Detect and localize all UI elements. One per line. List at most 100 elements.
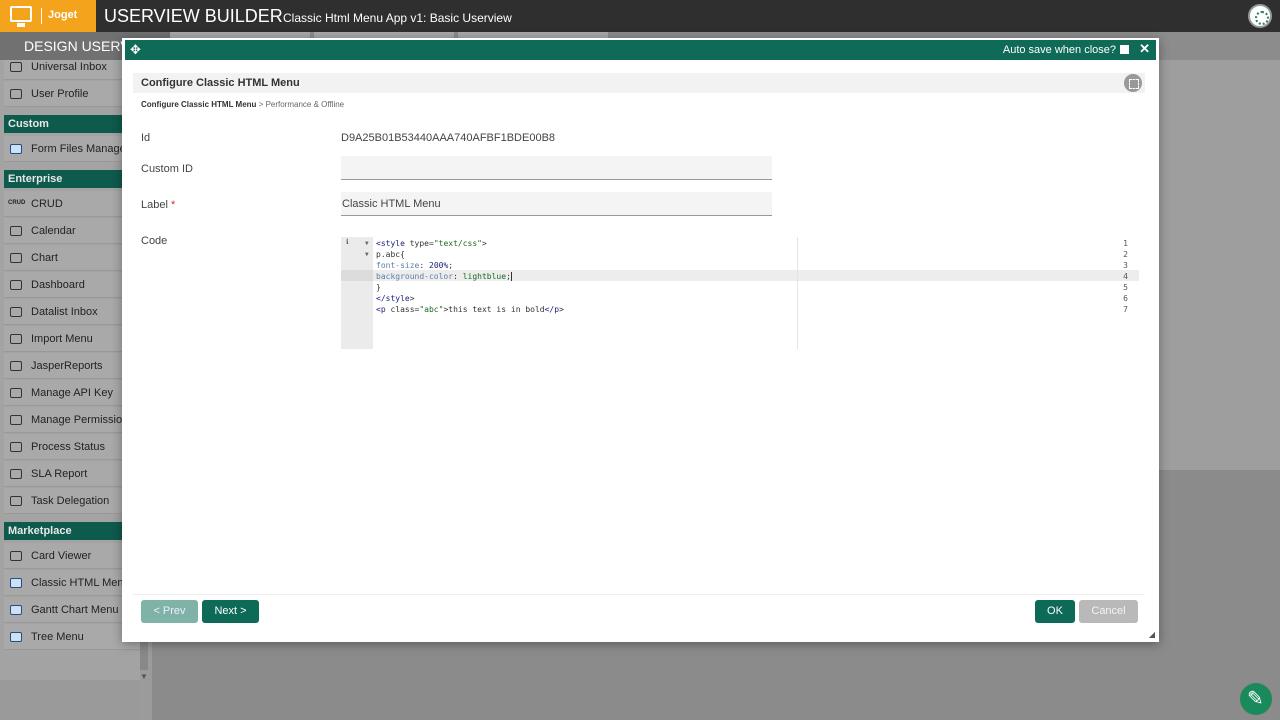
report-icon	[10, 469, 22, 479]
sidebar-item-label: Classic HTML Menu	[31, 577, 130, 589]
sidebar-item[interactable]: SLA Report	[4, 461, 140, 487]
sidebar-item[interactable]: Import Menu	[4, 326, 140, 352]
code-line[interactable]: <p class="abc">this text is in bold</p>	[376, 304, 564, 315]
autosave-checkbox[interactable]	[1120, 45, 1129, 54]
sidebar-item-label: Chart	[31, 252, 58, 264]
code-line[interactable]: font-size: 200%;	[376, 260, 453, 271]
calendar-icon	[10, 226, 22, 236]
close-icon[interactable]: ✕	[1139, 41, 1150, 57]
monitor-icon	[10, 551, 22, 561]
line-number: 6	[1123, 294, 1128, 303]
print-margin	[797, 237, 798, 349]
monitor-icon	[10, 388, 22, 398]
warning-icon: ℹ	[346, 238, 349, 246]
chart-icon	[10, 253, 22, 263]
resize-handle-icon[interactable]: ◢	[1149, 630, 1155, 639]
sidebar-section-header: Marketplace	[4, 522, 140, 540]
sidebar-item-label: Universal Inbox	[31, 61, 107, 73]
code-line[interactable]: }	[376, 282, 381, 293]
label-label: Label *	[141, 199, 175, 211]
config-header: Configure Classic HTML Menu	[133, 73, 1145, 93]
code-editor[interactable]: ℹ 1 ▼ <style type="text/css"> 2 ▼ p.abc{ 3 font…	[341, 237, 1139, 349]
edit-fab-button[interactable]	[1240, 683, 1272, 715]
line-number: 2	[1123, 250, 1128, 259]
top-bar: Joget USERVIEW BUILDER Classic Html Menu…	[0, 0, 1280, 32]
sidebar-item[interactable]: User Profile	[4, 81, 140, 107]
code-line[interactable]: <style type="text/css">	[376, 238, 487, 249]
logo-divider	[41, 8, 42, 24]
sidebar-item-label: Dashboard	[31, 279, 85, 291]
active-line-gutter	[341, 270, 373, 281]
sidebar-item[interactable]: Calendar	[4, 218, 140, 244]
sidebar-item[interactable]: Chart	[4, 245, 140, 271]
sidebar-item-label: Task Delegation	[31, 495, 110, 507]
sidebar-item-label: Import Menu	[31, 333, 93, 345]
cancel-button[interactable]: Cancel	[1079, 600, 1138, 623]
crud-icon: CRUD	[8, 200, 26, 206]
dialog-titlebar[interactable]: ✥ Auto save when close? ✕	[125, 40, 1156, 60]
sidebar-item[interactable]: JasperReports	[4, 353, 140, 379]
sidebar-item-label: JasperReports	[31, 360, 103, 372]
line-number: 3	[1123, 261, 1128, 270]
elements-sidebar: Universal Inbox User Profile Custom Form Fi…	[0, 60, 140, 680]
sidebar-item[interactable]: Manage Permission	[4, 407, 140, 433]
sidebar-item-label: Card Viewer	[31, 550, 92, 562]
fold-toggle-icon[interactable]: ▼	[365, 249, 369, 260]
grid-icon	[10, 578, 22, 588]
sidebar-section-header: Enterprise	[4, 170, 140, 188]
app-title: USERVIEW BUILDER	[104, 6, 283, 26]
line-number: 1	[1123, 239, 1128, 248]
sidebar-item[interactable]: Universal Inbox	[4, 60, 140, 80]
fullscreen-icon[interactable]	[1124, 74, 1142, 92]
config-title: Configure Classic HTML Menu	[141, 77, 300, 89]
required-mark: *	[170, 199, 176, 211]
app-subtitle: Classic Html Menu App v1: Basic Userview	[283, 11, 512, 25]
dashboard-icon	[10, 280, 22, 290]
sidebar-item[interactable]: Form Files Manager	[4, 136, 140, 162]
code-line[interactable]: p.abc{	[376, 249, 405, 260]
sidebar-item[interactable]: Tree Menu	[4, 624, 140, 650]
custom-id-input[interactable]	[341, 156, 772, 180]
fold-toggle-icon[interactable]: ▼	[365, 238, 369, 249]
sidebar-item[interactable]: CRUD CRUD	[4, 191, 140, 217]
breadcrumb-current[interactable]: Configure Classic HTML Menu	[141, 100, 256, 109]
label-label-text: Label	[141, 199, 168, 211]
sidebar-item[interactable]: Process Status	[4, 434, 140, 460]
sidebar-item[interactable]: Gantt Chart Menu	[4, 597, 140, 623]
app-logo[interactable]: Joget	[0, 0, 96, 32]
avatar[interactable]	[1248, 4, 1272, 28]
sidebar-item-label: Manage API Key	[31, 387, 113, 399]
code-line[interactable]: background-color: lightblue;	[376, 271, 512, 282]
code-label: Code	[141, 235, 168, 247]
sidebar-item[interactable]: Card Viewer	[4, 543, 140, 569]
grid-icon	[10, 632, 22, 642]
sidebar-item[interactable]: Manage API Key	[4, 380, 140, 406]
breadcrumb-next[interactable]: Performance & Offline	[266, 100, 345, 109]
prev-button[interactable]: < Prev	[141, 600, 198, 623]
button-divider	[133, 594, 1145, 595]
sidebar-item[interactable]: Classic HTML Menu	[4, 570, 140, 596]
sidebar-item[interactable]: Dashboard	[4, 272, 140, 298]
sidebar-item-label: CRUD	[31, 198, 63, 210]
process-icon	[10, 442, 22, 452]
sidebar-item[interactable]: Datalist Inbox	[4, 299, 140, 325]
line-number: 4	[1123, 272, 1128, 281]
id-label: Id	[141, 132, 151, 144]
sidebar-item[interactable]: Task Delegation	[4, 488, 140, 514]
sidebar-item-label: Form Files Manager	[31, 143, 130, 155]
move-icon[interactable]: ✥	[130, 42, 141, 58]
next-button[interactable]: Next >	[202, 600, 259, 623]
label-input[interactable]	[341, 192, 772, 216]
sidebar-item-label: Calendar	[31, 225, 76, 237]
sidebar-scrollbar-thumb[interactable]	[140, 640, 148, 670]
sidebar-item-label: Manage Permission	[31, 414, 129, 426]
sidebar-item-label: Tree Menu	[31, 631, 84, 643]
sidebar-section-header: Custom	[4, 115, 140, 133]
inbox-icon	[10, 307, 22, 317]
code-line[interactable]: </style>	[376, 293, 415, 304]
sidebar-item-label: Gantt Chart Menu	[31, 604, 119, 616]
scroll-down-icon[interactable]: ▼	[140, 672, 148, 682]
report-icon	[10, 361, 22, 371]
ok-button[interactable]: OK	[1035, 600, 1075, 623]
grid-icon	[10, 144, 22, 154]
